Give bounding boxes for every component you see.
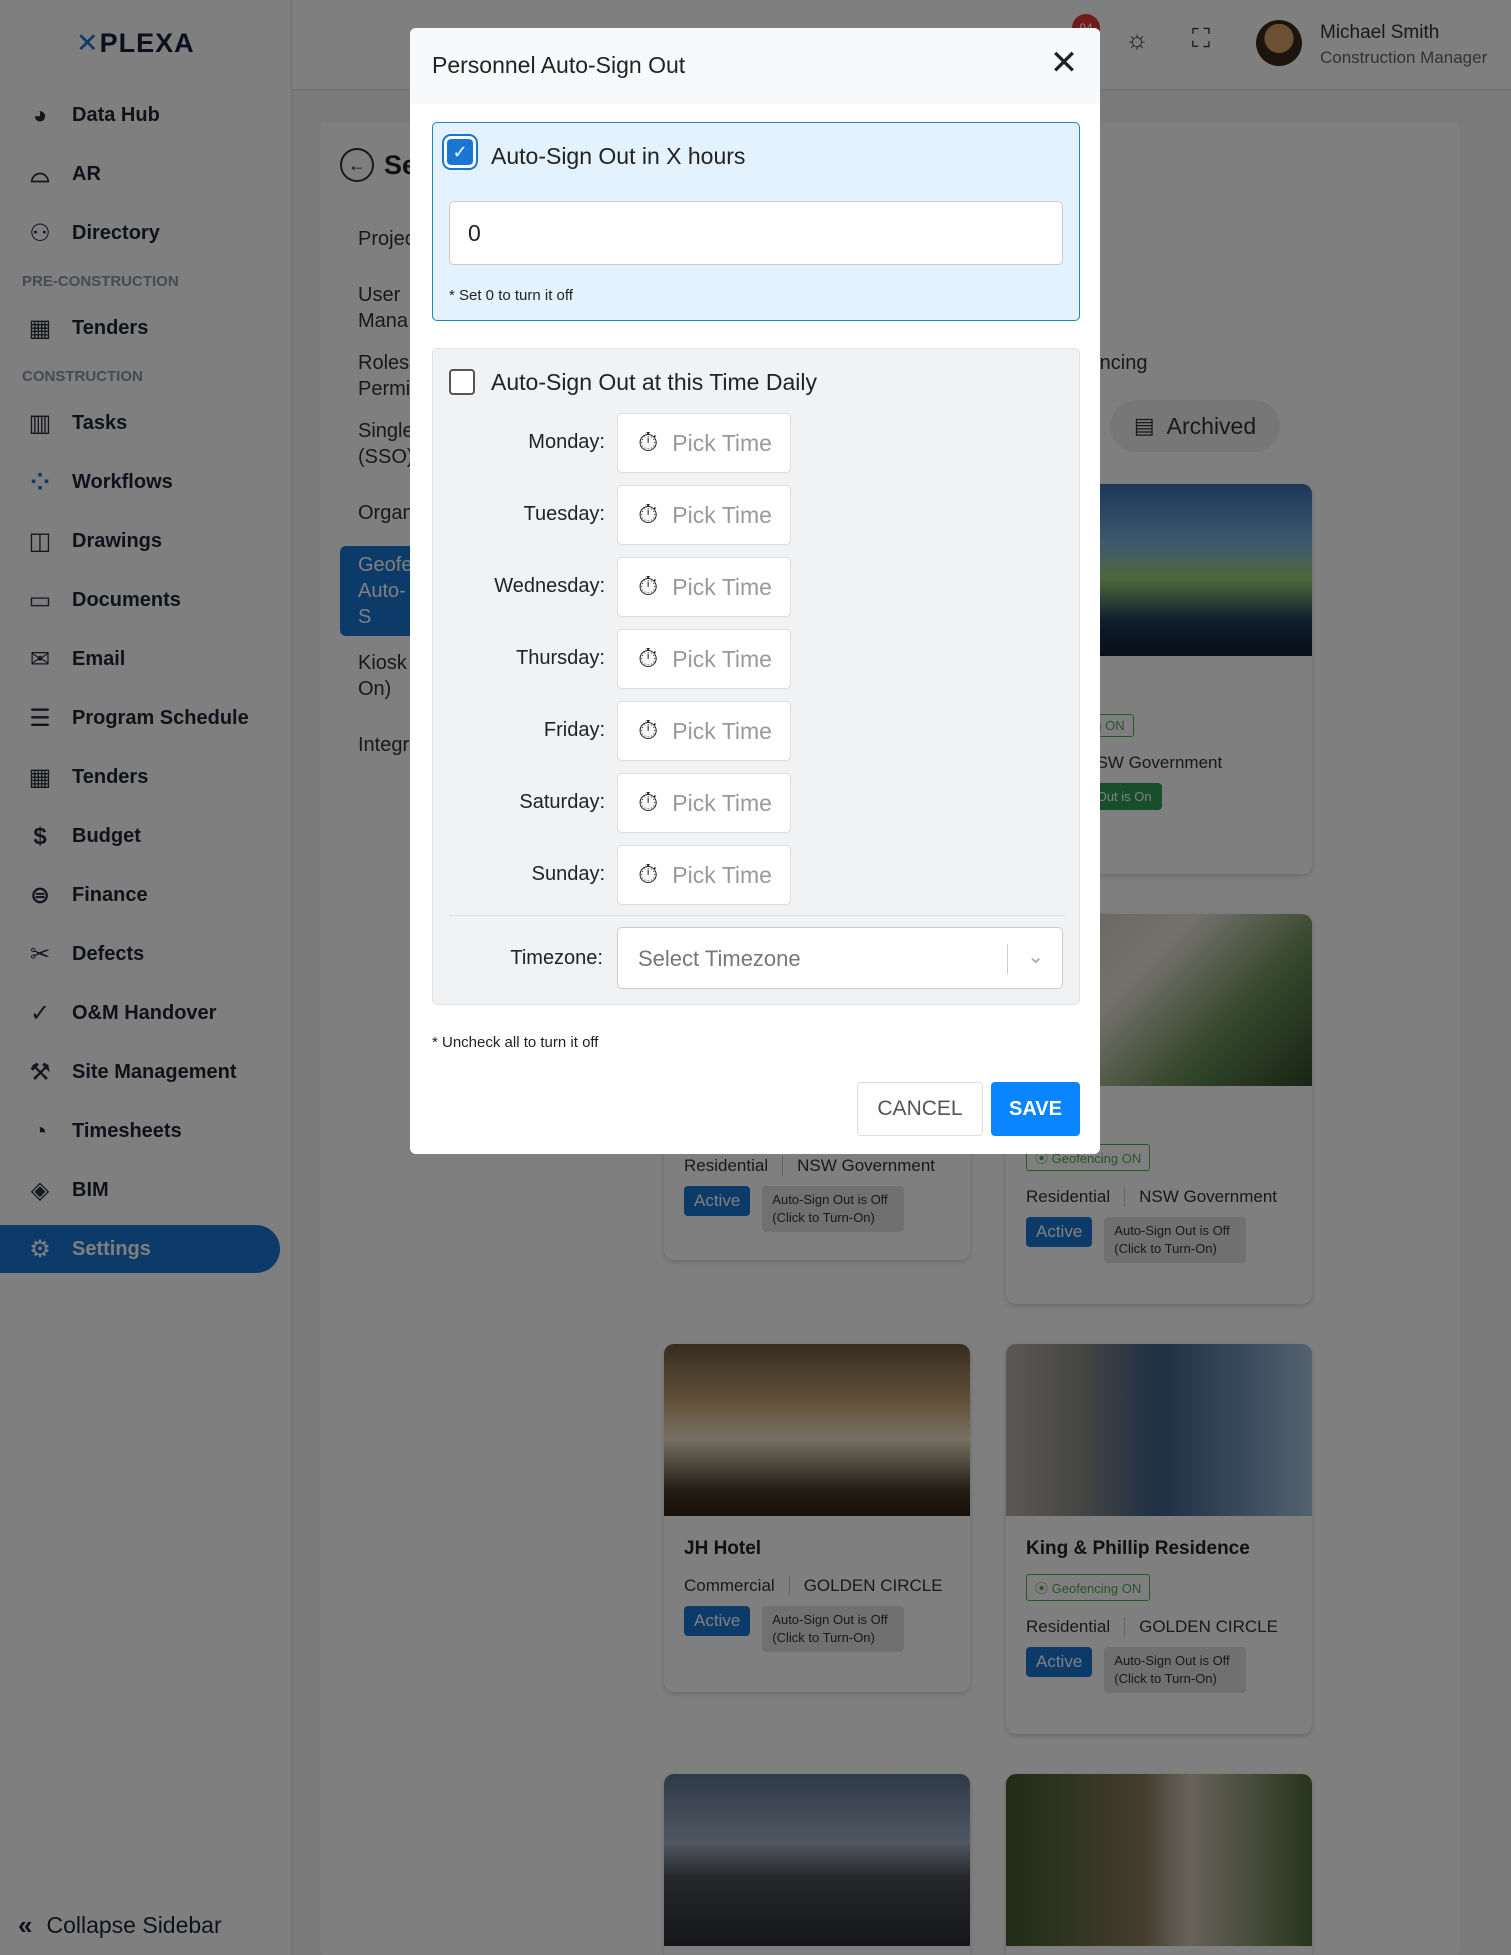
time-picker-button[interactable]: ⏱ Pick Time (617, 557, 791, 617)
stopwatch-icon: ⏱ (638, 715, 659, 745)
select-separator (1007, 944, 1008, 974)
day-label: Monday: (528, 431, 605, 453)
day-label: Friday: (543, 719, 605, 741)
chevron-down-icon: ⌄ (1027, 946, 1044, 968)
daily-section: Auto-Sign Out at this Time Daily Monday:… (432, 348, 1080, 1005)
day-row-wednesday: Wednesday: ⏱ Pick Time (433, 557, 1081, 617)
cancel-button[interactable]: CANCEL (857, 1082, 983, 1136)
stopwatch-icon: ⏱ (638, 499, 659, 529)
hours-checkbox-label: Auto-Sign Out in X hours (491, 143, 746, 169)
time-picker-button[interactable]: ⏱ Pick Time (617, 629, 791, 689)
auto-sign-out-modal: Personnel Auto-Sign Out ✕ ✓ Auto-Sign Ou… (410, 28, 1100, 1154)
day-label: Thursday: (516, 647, 605, 669)
time-picker-button[interactable]: ⏱ Pick Time (617, 413, 791, 473)
hours-input[interactable] (449, 201, 1063, 265)
time-picker-button[interactable]: ⏱ Pick Time (617, 701, 791, 761)
day-row-tuesday: Tuesday: ⏱ Pick Time (433, 485, 1081, 545)
time-picker-button[interactable]: ⏱ Pick Time (617, 485, 791, 545)
day-row-sunday: Sunday: ⏱ Pick Time (433, 845, 1081, 905)
timezone-placeholder: Select Timezone (638, 946, 801, 971)
daily-checkbox-label: Auto-Sign Out at this Time Daily (491, 369, 817, 395)
time-picker-button[interactable]: ⏱ Pick Time (617, 773, 791, 833)
modal-header: Personnel Auto-Sign Out ✕ (410, 28, 1100, 104)
stopwatch-icon: ⏱ (638, 571, 659, 601)
timezone-label: Timezone: (510, 947, 603, 969)
uncheck-hint: * Uncheck all to turn it off (432, 1034, 599, 1051)
timezone-select[interactable]: Select Timezone ⌄ (617, 927, 1063, 989)
stopwatch-icon: ⏱ (638, 787, 659, 817)
time-picker-button[interactable]: ⏱ Pick Time (617, 845, 791, 905)
day-row-saturday: Saturday: ⏱ Pick Time (433, 773, 1081, 833)
close-icon[interactable]: ✕ (1046, 46, 1082, 82)
divider (449, 915, 1065, 916)
hours-hint: * Set 0 to turn it off (449, 287, 573, 304)
day-label: Tuesday: (523, 503, 605, 525)
save-button[interactable]: SAVE (991, 1082, 1080, 1136)
modal-title: Personnel Auto-Sign Out (432, 52, 686, 78)
hours-section: ✓ Auto-Sign Out in X hours * Set 0 to tu… (432, 122, 1080, 321)
day-row-friday: Friday: ⏱ Pick Time (433, 701, 1081, 761)
day-label: Saturday: (519, 791, 605, 813)
hours-checkbox[interactable]: ✓ (447, 139, 473, 165)
daily-checkbox[interactable] (449, 369, 475, 395)
day-row-monday: Monday: ⏱ Pick Time (433, 413, 1081, 473)
stopwatch-icon: ⏱ (638, 859, 659, 889)
day-row-thursday: Thursday: ⏱ Pick Time (433, 629, 1081, 689)
stopwatch-icon: ⏱ (638, 427, 659, 457)
day-label: Wednesday: (494, 575, 605, 597)
stopwatch-icon: ⏱ (638, 643, 659, 673)
day-label: Sunday: (531, 863, 605, 885)
